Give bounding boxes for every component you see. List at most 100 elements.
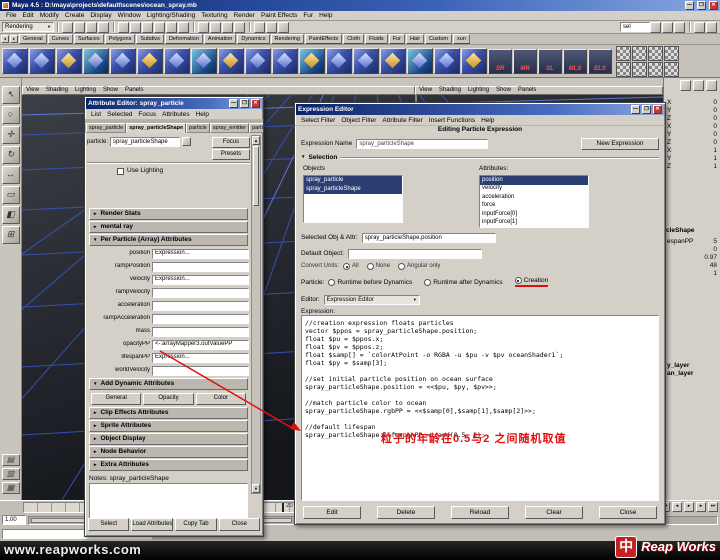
section-header[interactable]: Object Display [89, 433, 248, 445]
panel-toggle-icon[interactable] [706, 22, 717, 33]
layout-preset-icon[interactable]: ▦ [2, 482, 20, 494]
status-icon[interactable] [178, 22, 189, 33]
viewport-menu-item[interactable]: Panels [518, 87, 536, 94]
attribute-list-item[interactable]: force [480, 202, 588, 211]
close-icon[interactable]: ✕ [251, 99, 260, 108]
shelf-tool-icon[interactable] [191, 48, 217, 74]
toolbox-tool-icon[interactable]: ⊞ [2, 226, 20, 244]
particle-name-field[interactable]: spray_particleShape [110, 137, 180, 147]
channel-row[interactable]: Y1 [664, 155, 720, 163]
attribute-value-field[interactable]: Expression... [152, 249, 249, 259]
attribute-value-field[interactable] [152, 366, 249, 376]
focus-button[interactable]: Focus [212, 137, 250, 148]
channel-row[interactable]: 1 [664, 270, 720, 278]
channel-row[interactable]: X0 [664, 123, 720, 131]
attribute-list-item[interactable]: acceleration [480, 193, 588, 202]
channel-row[interactable]: 48 [664, 262, 720, 270]
channel-row[interactable]: Z0 [664, 139, 720, 147]
layout-preset-icon[interactable]: ▥ [2, 468, 20, 480]
menu-item[interactable]: Modify [37, 12, 62, 19]
maximize-icon[interactable]: ❐ [642, 105, 651, 114]
use-lighting-checkbox[interactable] [117, 168, 124, 175]
menu-item[interactable]: Texturing [198, 12, 230, 19]
selected-obj-attr-field[interactable]: spray_particleShape.position [362, 233, 496, 243]
notes-textarea[interactable] [89, 483, 248, 519]
particle-mode-radio[interactable]: Creation [515, 277, 549, 287]
object-list-item[interactable]: spray_particle [304, 176, 402, 185]
menu-item[interactable]: Selected [104, 111, 135, 118]
section-header[interactable]: Clip Effects Attributes [89, 407, 248, 419]
shelf-tool-icon[interactable] [407, 48, 433, 74]
swatch-icon[interactable] [632, 62, 647, 77]
render-shelf-icon[interactable]: SL [538, 49, 562, 74]
panel-layout-icon[interactable] [706, 80, 717, 91]
swatch-icon[interactable] [664, 46, 679, 61]
channel-row[interactable]: Z0 [664, 115, 720, 123]
convert-units-radio[interactable]: None [367, 263, 390, 270]
attribute-value-field[interactable] [152, 314, 249, 324]
shelf-tool-icon[interactable] [326, 48, 352, 74]
attribute-value-field[interactable] [152, 288, 249, 298]
minimize-icon[interactable]: — [685, 1, 694, 10]
shelf-tool-icon[interactable] [29, 48, 55, 74]
editor-dropdown[interactable]: Expression Editor▼ [324, 295, 420, 305]
channel-row[interactable]: Y0 [664, 131, 720, 139]
maximize-icon[interactable]: ❐ [697, 1, 706, 10]
channel-row[interactable]: X1 [664, 147, 720, 155]
viewport-menu-item[interactable]: View [419, 87, 432, 94]
menu-item[interactable]: Help [193, 111, 212, 118]
viewport-menu-item[interactable]: Lighting [75, 87, 96, 94]
toolbox-tool-icon[interactable]: ↖ [2, 86, 20, 104]
viewport-menu-item[interactable]: View [26, 87, 39, 94]
section-header[interactable]: Sprite Attributes [89, 420, 248, 432]
viewport-menu-item[interactable]: Shading [46, 87, 68, 94]
channel-row[interactable]: 0.97 [664, 254, 720, 262]
shelf-tool-icon[interactable] [218, 48, 244, 74]
swatch-icon[interactable] [616, 46, 631, 61]
status-icon[interactable] [154, 22, 165, 33]
shelf-tool-icon[interactable] [380, 48, 406, 74]
attribute-list-item[interactable]: position [480, 176, 588, 185]
node-tab[interactable]: spray_particle [86, 123, 126, 133]
render-shelf-icon[interactable]: SR [488, 49, 512, 74]
viewport-menu-item[interactable]: Panels [125, 87, 143, 94]
add-attribute-button[interactable]: General [91, 393, 141, 405]
section-header-per-particle[interactable]: Per Particle (Array) Attributes [89, 234, 248, 246]
swatch-icon[interactable] [648, 46, 663, 61]
toolbox-tool-icon[interactable]: ▭ [2, 186, 20, 204]
render-icon[interactable] [662, 22, 673, 33]
swatch-icon[interactable] [648, 62, 663, 77]
focus-arrow-icon[interactable] [182, 137, 191, 146]
status-icon[interactable] [198, 22, 209, 33]
viewport-menu-item[interactable]: Lighting [468, 87, 489, 94]
render-shelf-icon[interactable]: ELS [588, 49, 612, 74]
menu-item[interactable]: Object Filter [338, 117, 379, 124]
status-icon[interactable] [234, 22, 245, 33]
playback-end-icon[interactable]: ⏭ [708, 502, 718, 512]
section-header[interactable]: Node Behavior [89, 446, 248, 458]
channel-row[interactable]: espanPP5 [664, 238, 720, 246]
attribute-value-field[interactable] [152, 327, 249, 337]
expression-editor-titlebar[interactable]: Expression Editor — ❐ ✕ [296, 104, 664, 115]
shelf-tool-icon[interactable] [299, 48, 325, 74]
menu-item[interactable]: Lighting/Shading [144, 12, 198, 19]
attribute-value-field[interactable] [152, 262, 249, 272]
footer-button[interactable]: Clear [525, 506, 583, 519]
footer-button[interactable]: Load Attributes [131, 518, 173, 531]
toolbox-tool-icon[interactable]: ↔ [2, 166, 20, 184]
attribute-list-item[interactable]: inputForce[1] [480, 219, 588, 228]
expression-code-area[interactable]: //creation expression floats particles v… [301, 315, 659, 501]
toolbox-tool-icon[interactable]: ↻ [2, 146, 20, 164]
node-tab[interactable]: particle [186, 123, 210, 133]
viewport-menu-item[interactable]: Show [496, 87, 511, 94]
attribute-value-field[interactable]: Expression... [152, 353, 249, 363]
menu-item[interactable]: Edit [19, 12, 36, 19]
step-forward-icon[interactable]: ▸ [696, 502, 706, 512]
attribute-editor-titlebar[interactable]: Attribute Editor: spray_particle — ❐ ✕ [86, 98, 262, 109]
new-expression-button[interactable]: New Expression [581, 138, 659, 150]
menu-item[interactable]: Insert Functions [426, 117, 478, 124]
footer-button[interactable]: Delete [377, 506, 435, 519]
shelf-tab[interactable]: Fur [389, 34, 405, 44]
swatch-icon[interactable] [616, 62, 631, 77]
attribute-value-field[interactable] [152, 301, 249, 311]
